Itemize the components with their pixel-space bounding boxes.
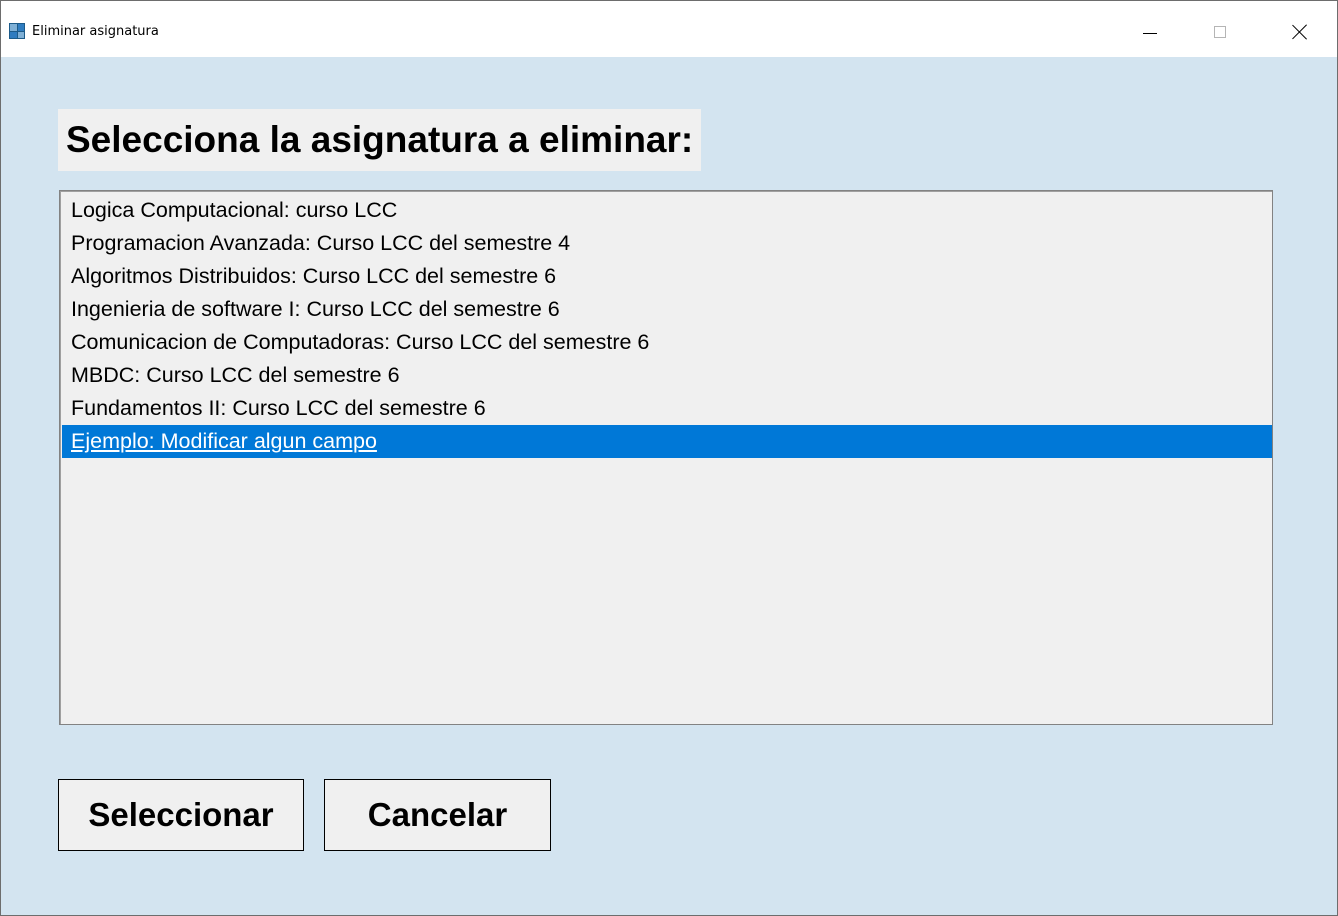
list-item-label: Comunicacion de Computadoras: Curso LCC … — [71, 330, 650, 354]
list-item-label: Logica Computacional: curso LCC — [71, 198, 398, 222]
maximize-button[interactable] — [1197, 13, 1243, 51]
window-title: Eliminar asignatura — [32, 24, 159, 39]
list-item-label: Ingenieria de software I: Curso LCC del … — [71, 297, 560, 321]
list-item[interactable]: Algoritmos Distribuidos: Curso LCC del s… — [60, 260, 1272, 293]
list-item-label: Fundamentos II: Curso LCC del semestre 6 — [71, 396, 486, 420]
list-item-label: Algoritmos Distribuidos: Curso LCC del s… — [71, 264, 557, 288]
list-item[interactable]: MBDC: Curso LCC del semestre 6 — [60, 359, 1272, 392]
list-item-selected[interactable]: Ejemplo: Modificar algun campo — [62, 425, 1272, 458]
subject-listbox[interactable]: Logica Computacional: curso LCC Programa… — [59, 190, 1273, 725]
minimize-button[interactable] — [1127, 13, 1173, 51]
dialog-window: Eliminar asignatura Selecciona la asigna… — [0, 0, 1338, 916]
maximize-icon — [1214, 26, 1226, 38]
list-item-label: MBDC: Curso LCC del semestre 6 — [71, 363, 400, 387]
select-button[interactable]: Seleccionar — [58, 779, 304, 851]
page-title: Selecciona la asignatura a eliminar: — [58, 109, 702, 171]
list-item[interactable]: Logica Computacional: curso LCC — [60, 194, 1272, 227]
cancel-button[interactable]: Cancelar — [324, 779, 551, 851]
list-item[interactable]: Comunicacion de Computadoras: Curso LCC … — [60, 326, 1272, 359]
close-button[interactable] — [1277, 13, 1323, 51]
list-item[interactable]: Ingenieria de software I: Curso LCC del … — [60, 293, 1272, 326]
list-item[interactable]: Programacion Avanzada: Curso LCC del sem… — [60, 227, 1272, 260]
minimize-icon — [1143, 32, 1157, 34]
title-bar[interactable]: Eliminar asignatura — [1, 1, 1337, 57]
close-icon — [1292, 24, 1308, 40]
list-item[interactable]: Fundamentos II: Curso LCC del semestre 6 — [60, 392, 1272, 425]
list-item-label: Ejemplo: Modificar algun campo — [71, 429, 377, 453]
app-icon — [9, 23, 25, 39]
list-item-label: Programacion Avanzada: Curso LCC del sem… — [71, 231, 571, 255]
